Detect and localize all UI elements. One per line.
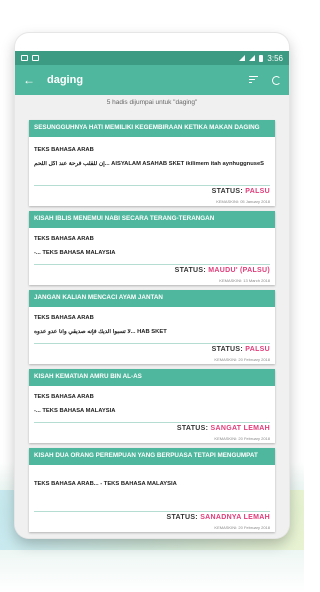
card-divider	[34, 422, 270, 423]
status-value: PALSU	[245, 346, 270, 353]
hadith-card[interactable]: KISAH IBLIS MENEMUI NABI SECARA TERANG-T…	[29, 211, 275, 285]
hadith-text-preview: -... TEKS BAHASA MALAYSIA	[34, 407, 116, 414]
hadith-date: KEMASKINI: 13 March 2018	[219, 278, 270, 283]
hadith-status: STATUS: MAUDU' (PALSU)	[174, 267, 270, 274]
status-value: SANGAT LEMAH	[210, 425, 270, 432]
hadith-status: STATUS: SANADNYA LEMAH	[166, 514, 270, 521]
hadith-arabic-label: TEKS BAHASA ARAB	[34, 235, 94, 242]
signal-icon	[249, 55, 256, 61]
phone-background: 3:56 ← daging 5 hadis dijumpai untuk "da…	[0, 0, 304, 592]
device-frame: 3:56 ← daging 5 hadis dijumpai untuk "da…	[15, 33, 289, 538]
status-value: PALSU	[245, 188, 270, 195]
hadith-text-preview: TEKS BAHASA ARAB... - TEKS BAHASA MALAYS…	[34, 480, 177, 487]
hadith-date: KEMASKINI: 20 February 2018	[214, 525, 270, 530]
results-count-text: 5 hadis dijumpai untuk "daging"	[106, 99, 198, 106]
hadith-arabic-label: TEKS BAHASA ARAB	[34, 314, 94, 321]
hadith-date: KEMASKINI: 05 January 2018	[216, 199, 270, 204]
sort-icon[interactable]	[249, 76, 258, 84]
hadith-status: STATUS: SANGAT LEMAH	[176, 425, 270, 432]
hadith-text-preview: لا تسبوا الديك فإنه صديقي وأنا عدو عدوه.…	[34, 328, 167, 335]
hadith-title: JANGAN KALIAN MENCACI AYAM JANTAN	[29, 290, 275, 307]
hadith-date: KEMASKINI: 20 February 2018	[214, 436, 270, 441]
hadith-status: STATUS: PALSU	[211, 346, 270, 353]
back-arrow-icon[interactable]: ←	[23, 73, 41, 87]
hadith-arabic-label: TEKS BAHASA ARAB	[34, 393, 94, 400]
card-divider	[34, 343, 270, 344]
hadith-title: KISAH IBLIS MENEMUI NABI SECARA TERANG-T…	[29, 211, 275, 228]
hadith-card[interactable]: SESUNGGUHNYA HATI MEMILIKI KEGEMBIRAAN K…	[29, 120, 275, 206]
image-icon	[32, 55, 39, 61]
refresh-icon[interactable]	[272, 75, 281, 85]
status-bar: 3:56	[15, 51, 289, 65]
hadith-text-preview: -... TEKS BAHASA MALAYSIA	[34, 249, 116, 256]
notification-icon	[21, 55, 28, 61]
hadith-title: SESUNGGUHNYA HATI MEMILIKI KEGEMBIRAAN K…	[29, 120, 275, 137]
hadith-text-preview: إن للقلب فرحة عند أكل اللحم... AISYALAM …	[34, 160, 265, 167]
status-value: SANADNYA LEMAH	[200, 514, 270, 521]
hadith-title: KISAH DUA ORANG PEREMPUAN YANG BERPUASA …	[29, 448, 275, 465]
wifi-icon	[239, 55, 246, 61]
hadith-card[interactable]: KISAH KEMATIAN AMRU BIN AL-AS TEKS BAHAS…	[29, 369, 275, 443]
hadith-arabic-label: TEKS BAHASA ARAB	[34, 146, 94, 153]
status-time: 3:56	[267, 53, 283, 63]
hadith-status: STATUS: PALSU	[211, 188, 270, 195]
results-list: 5 hadis dijumpai untuk "daging" SESUNGGU…	[15, 95, 289, 538]
card-divider	[34, 264, 270, 265]
battery-icon	[259, 54, 264, 62]
status-value: MAUDU' (PALSU)	[208, 267, 270, 274]
hadith-card[interactable]: KISAH DUA ORANG PEREMPUAN YANG BERPUASA …	[29, 448, 275, 532]
hadith-title: KISAH KEMATIAN AMRU BIN AL-AS	[29, 369, 275, 386]
app-bar: ← daging	[15, 65, 289, 95]
hadith-card[interactable]: JANGAN KALIAN MENCACI AYAM JANTAN TEKS B…	[29, 290, 275, 364]
page-title: daging	[47, 74, 84, 86]
card-divider	[34, 511, 270, 512]
card-divider	[34, 185, 270, 186]
hadith-date: KEMASKINI: 20 February 2018	[214, 357, 270, 362]
